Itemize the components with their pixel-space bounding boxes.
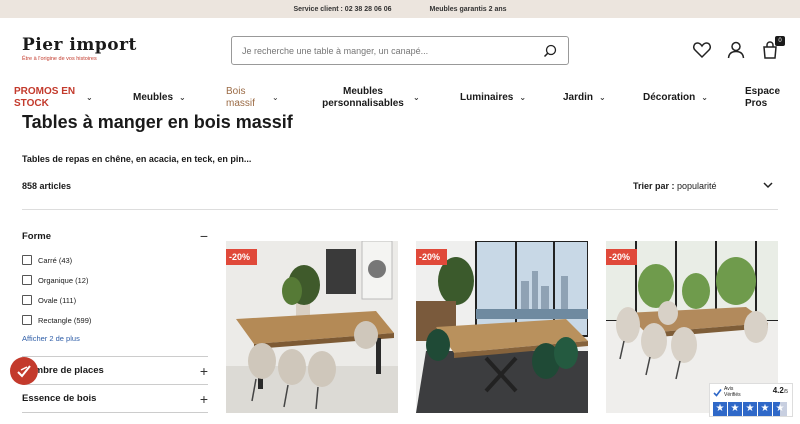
check-icon	[713, 388, 722, 397]
top-info-bar: Service client : 02 38 28 06 06 Meubles …	[0, 0, 800, 18]
avis-brand-line2: Vérifiés	[724, 392, 741, 398]
article-count: 858 articles	[22, 181, 72, 191]
user-icon[interactable]	[726, 40, 746, 60]
filter-header-essence[interactable]: Essence de bois +	[22, 385, 208, 413]
nav-label: Meubles personnalisables	[322, 86, 404, 109]
cart-icon[interactable]: 0	[760, 36, 785, 60]
nav-item-luminaires[interactable]: Luminaires ⌄	[460, 84, 526, 112]
filter-option-label: Ovale (111)	[38, 295, 77, 305]
chevron-down-icon: ⌄	[272, 93, 279, 102]
rating-stars: ★ ★ ★ ★ ★	[713, 402, 787, 416]
checkbox[interactable]	[22, 315, 32, 325]
filter-option-ovale[interactable]: Ovale (111)	[22, 290, 208, 310]
nav-label: Luminaires	[460, 92, 514, 103]
chevron-down-icon: ⌄	[86, 93, 93, 102]
discount-badge: -20%	[606, 249, 638, 265]
sort-label: Trier par :	[633, 181, 675, 191]
filter-header-places[interactable]: Nombre de places +	[22, 357, 208, 385]
chevron-down-icon: ⌄	[413, 93, 420, 102]
nav-item-personnalisables[interactable]: Meubles personnalisables ⌄	[319, 84, 420, 112]
heart-icon[interactable]	[692, 40, 712, 60]
guarantee-text: Meubles garantis 2 ans	[429, 5, 507, 13]
logo-tagline: Être à l'origine de vos histoires	[22, 56, 97, 62]
score-max: /5	[783, 389, 788, 395]
logo[interactable]: Pier import Être à l'origine de vos hist…	[22, 35, 137, 62]
main-nav: PROMOS EN STOCK ⌄ Meubles ⌄ Bois massif …	[0, 84, 800, 112]
star-icon: ★	[758, 402, 772, 416]
cart-count-badge: 0	[775, 36, 785, 46]
nav-item-meubles[interactable]: Meubles ⌄	[133, 84, 186, 112]
chevron-down-icon	[763, 181, 773, 191]
filter-option-label: Organique (12)	[38, 275, 89, 285]
discount-badge: -20%	[416, 249, 448, 265]
checkbox[interactable]	[22, 275, 32, 285]
nav-label: Décoration	[643, 92, 696, 103]
reviews-widget[interactable]: Avis Vérifiés 4.2/5 ★ ★ ★ ★ ★	[709, 383, 793, 417]
nav-label: Jardin	[563, 92, 594, 103]
sort-value: popularité	[677, 181, 717, 191]
site-header: Pier import Être à l'origine de vos hist…	[0, 18, 800, 84]
discount-badge: -20%	[226, 249, 258, 265]
search-input[interactable]	[242, 45, 542, 56]
filter-option-carre[interactable]: Carré (43)	[22, 250, 208, 270]
score-value: 4.2	[772, 386, 784, 395]
plus-icon: +	[199, 390, 208, 407]
divider	[22, 209, 778, 210]
nav-item-espace-pros[interactable]: Espace Pros	[745, 84, 785, 112]
avis-logo: Avis Vérifiés	[713, 386, 741, 398]
filter-option-label: Rectangle (599)	[38, 315, 92, 325]
chevron-down-icon: ⌄	[701, 93, 708, 102]
filter-title: Forme	[22, 230, 52, 242]
filter-header-forme[interactable]: Forme −	[22, 226, 208, 246]
nav-item-decoration[interactable]: Décoration ⌄	[643, 84, 708, 112]
product-card[interactable]: -20%	[226, 241, 398, 413]
checkbox[interactable]	[22, 295, 32, 305]
page-title: Tables à manger en bois massif	[22, 112, 293, 132]
star-icon: ★	[743, 402, 757, 416]
chevron-down-icon: ⌄	[599, 93, 606, 102]
filter-option-organique[interactable]: Organique (12)	[22, 270, 208, 290]
nav-label: Espace Pros	[745, 86, 781, 109]
minus-icon: −	[199, 228, 208, 244]
nav-item-jardin[interactable]: Jardin ⌄	[563, 84, 606, 112]
nav-label: PROMOS EN STOCK	[14, 86, 76, 109]
sort-dropdown[interactable]: Trier par : popularité	[633, 181, 773, 191]
header-icons: 0	[692, 36, 785, 60]
page-subtitle: Tables de repas en chêne, en acacia, en …	[22, 154, 252, 164]
search-icon[interactable]	[542, 43, 558, 59]
nav-item-promos[interactable]: PROMOS EN STOCK ⌄	[14, 84, 93, 112]
checkbox[interactable]	[22, 255, 32, 265]
star-icon: ★	[728, 402, 742, 416]
star-half-icon: ★	[773, 402, 787, 416]
avis-score: 4.2/5	[773, 386, 788, 395]
product-image	[226, 241, 398, 413]
show-more-link[interactable]: Afficher 2 de plus	[22, 334, 208, 350]
filters-sidebar: Forme − Carré (43) Organique (12) Ovale …	[22, 226, 208, 413]
nav-item-bois-massif[interactable]: Bois massif ⌄	[226, 84, 279, 112]
search-bar	[231, 36, 569, 65]
logo-text: Pier import	[22, 35, 137, 55]
nav-label: Bois massif	[226, 86, 255, 109]
customer-service-text[interactable]: Service client : 02 38 28 06 06	[293, 6, 391, 13]
chevron-down-icon: ⌄	[179, 93, 186, 102]
product-image	[416, 241, 588, 413]
chevron-down-icon: ⌄	[519, 93, 527, 102]
promo-floating-icon[interactable]	[10, 357, 38, 385]
plus-icon: +	[199, 362, 208, 379]
nav-label: Meubles	[133, 92, 174, 103]
filter-option-label: Carré (43)	[38, 255, 73, 265]
product-card[interactable]: -20%	[416, 241, 588, 413]
filter-option-rectangle[interactable]: Rectangle (599)	[22, 310, 208, 330]
star-icon: ★	[713, 402, 727, 416]
filter-title: Essence de bois	[22, 393, 97, 404]
